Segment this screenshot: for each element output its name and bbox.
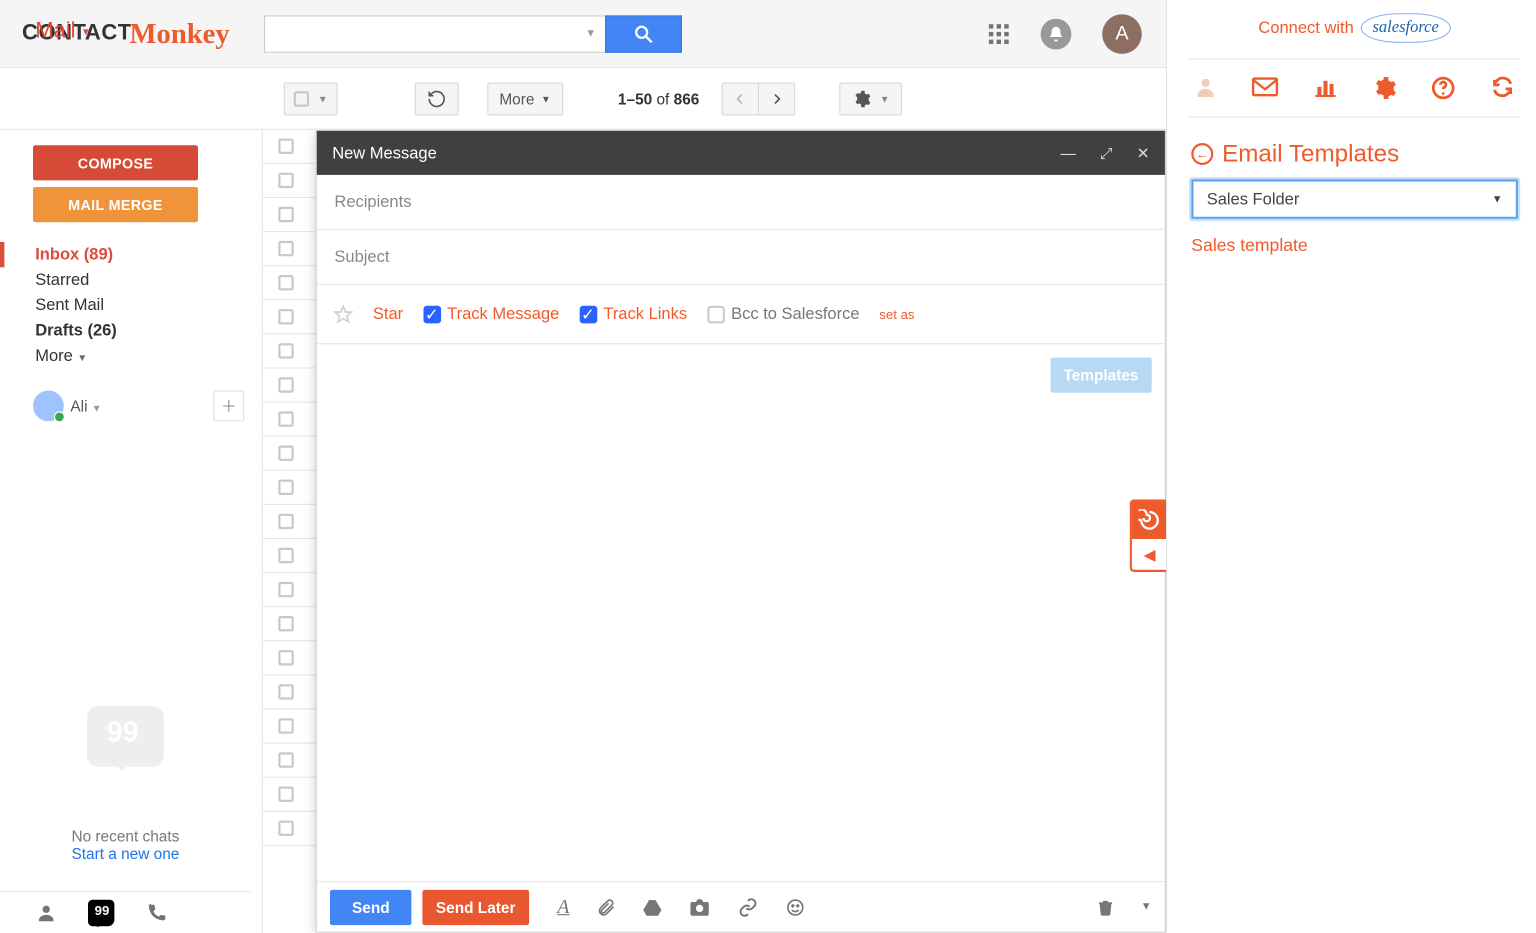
gear-icon	[851, 89, 871, 109]
set-as-link[interactable]: set as	[879, 306, 914, 321]
row-checkbox[interactable]	[278, 446, 293, 461]
row-checkbox[interactable]	[278, 684, 293, 699]
compose-button[interactable]: COMPOSE	[33, 145, 198, 180]
track-links-toggle[interactable]: ✓Track Links	[579, 305, 687, 324]
search-button[interactable]	[605, 15, 682, 52]
subject-field[interactable]: Subject	[317, 230, 1165, 285]
connect-salesforce[interactable]: Connect with salesforce	[1191, 13, 1518, 43]
cm-swirl-icon	[1132, 502, 1166, 539]
more-button[interactable]: More▼	[487, 82, 563, 115]
folder-more[interactable]: More ▼	[0, 343, 251, 368]
mail-switcher[interactable]: Mail▼	[35, 19, 91, 44]
row-checkbox[interactable]	[278, 718, 293, 733]
hangouts-icon[interactable]: 99	[88, 899, 114, 925]
mail-merge-button[interactable]: MAIL MERGE	[33, 187, 198, 222]
format-text-icon[interactable]: A	[557, 895, 569, 918]
search-icon	[633, 23, 655, 45]
refresh-icon	[427, 89, 447, 109]
row-checkbox[interactable]	[278, 377, 293, 392]
refresh-button[interactable]	[415, 82, 459, 115]
folder-sent[interactable]: Sent Mail	[0, 293, 251, 318]
more-options-icon[interactable]: ▼	[1141, 901, 1152, 913]
drive-icon[interactable]	[642, 897, 662, 917]
compose-title: New Message	[332, 144, 437, 163]
row-checkbox[interactable]	[278, 616, 293, 631]
row-checkbox[interactable]	[278, 173, 293, 188]
send-later-button[interactable]: Send Later	[423, 889, 529, 924]
chat-username[interactable]: Ali ▼	[70, 397, 101, 415]
discard-icon[interactable]	[1097, 897, 1115, 917]
cm-settings-icon[interactable]	[1371, 75, 1397, 101]
cm-help-icon[interactable]	[1430, 75, 1456, 101]
cm-refresh-icon[interactable]	[1489, 75, 1515, 101]
contacts-icon[interactable]	[35, 901, 57, 923]
star-label[interactable]: Star	[373, 305, 403, 324]
no-chats-text: No recent chats	[71, 827, 179, 845]
cm-stats-icon[interactable]	[1312, 75, 1338, 101]
notifications-icon[interactable]	[1041, 18, 1072, 49]
search-input[interactable]: ▼	[264, 15, 605, 52]
collapse-arrow-icon[interactable]: ◀	[1132, 539, 1166, 570]
templates-button[interactable]: Templates	[1050, 358, 1151, 393]
row-checkbox[interactable]	[278, 207, 293, 222]
compose-body[interactable]: Templates	[317, 344, 1165, 881]
cm-user-icon[interactable]	[1194, 75, 1218, 101]
salesforce-logo: salesforce	[1360, 13, 1450, 43]
row-checkbox[interactable]	[278, 309, 293, 324]
folder-inbox[interactable]: Inbox (89)	[0, 242, 251, 267]
templates-section-title: ← Email Templates	[1191, 140, 1518, 169]
link-icon[interactable]	[737, 897, 759, 917]
track-message-toggle[interactable]: ✓Track Message	[423, 305, 559, 324]
folder-starred[interactable]: Starred	[0, 267, 251, 292]
attach-icon[interactable]	[596, 897, 616, 917]
minimize-icon[interactable]: —	[1060, 144, 1075, 163]
apps-grid-icon[interactable]	[988, 23, 1010, 45]
cm-side-tab[interactable]: ◀	[1130, 499, 1166, 572]
template-folder-select[interactable]: Sales Folder ▼	[1191, 179, 1518, 219]
row-checkbox[interactable]	[278, 548, 293, 563]
expand-icon[interactable]: ⤢	[1100, 144, 1112, 163]
star-icon[interactable]	[333, 304, 353, 324]
folder-drafts[interactable]: Drafts (26)	[0, 318, 251, 343]
caret-down-icon: ▼	[1492, 193, 1503, 205]
row-checkbox[interactable]	[278, 139, 293, 154]
select-all-checkbox[interactable]: ▼	[284, 82, 338, 115]
close-icon[interactable]: ✕	[1137, 144, 1150, 163]
prev-page-button[interactable]	[721, 82, 758, 115]
recipients-field[interactable]: Recipients	[317, 175, 1165, 230]
status-online-icon	[54, 411, 65, 422]
row-checkbox[interactable]	[278, 582, 293, 597]
photo-icon[interactable]	[688, 897, 710, 917]
row-checkbox[interactable]	[278, 787, 293, 802]
send-button[interactable]: Send	[330, 889, 412, 924]
chat-avatar	[33, 391, 64, 422]
phone-icon[interactable]	[145, 901, 167, 923]
chat-placeholder-icon: 99	[87, 706, 164, 767]
row-checkbox[interactable]	[278, 752, 293, 767]
template-item[interactable]: Sales template	[1191, 237, 1518, 257]
chevron-left-icon	[733, 90, 746, 108]
emoji-icon[interactable]	[785, 897, 805, 917]
compose-window: New Message — ⤢ ✕ Recipients Subject	[316, 130, 1166, 933]
row-checkbox[interactable]	[278, 411, 293, 426]
row-checkbox[interactable]	[278, 241, 293, 256]
new-chat-button[interactable]: ＋	[213, 391, 244, 422]
account-avatar[interactable]: A	[1102, 14, 1142, 54]
settings-button[interactable]: ▼	[839, 82, 902, 115]
row-checkbox[interactable]	[278, 480, 293, 495]
next-page-button[interactable]	[759, 82, 795, 115]
start-new-chat-link[interactable]: Start a new one	[71, 845, 179, 863]
row-checkbox[interactable]	[278, 514, 293, 529]
chevron-right-icon	[770, 90, 783, 108]
cm-mail-icon[interactable]	[1250, 75, 1279, 101]
page-counter: 1–50 of 866	[618, 90, 699, 108]
search-options-caret[interactable]: ▼	[585, 28, 596, 40]
row-checkbox[interactable]	[278, 650, 293, 665]
bcc-salesforce-toggle[interactable]: Bcc to Salesforce	[707, 305, 860, 324]
back-arrow-icon[interactable]: ←	[1191, 143, 1213, 165]
row-checkbox[interactable]	[278, 821, 293, 836]
row-checkbox[interactable]	[278, 275, 293, 290]
row-checkbox[interactable]	[278, 343, 293, 358]
